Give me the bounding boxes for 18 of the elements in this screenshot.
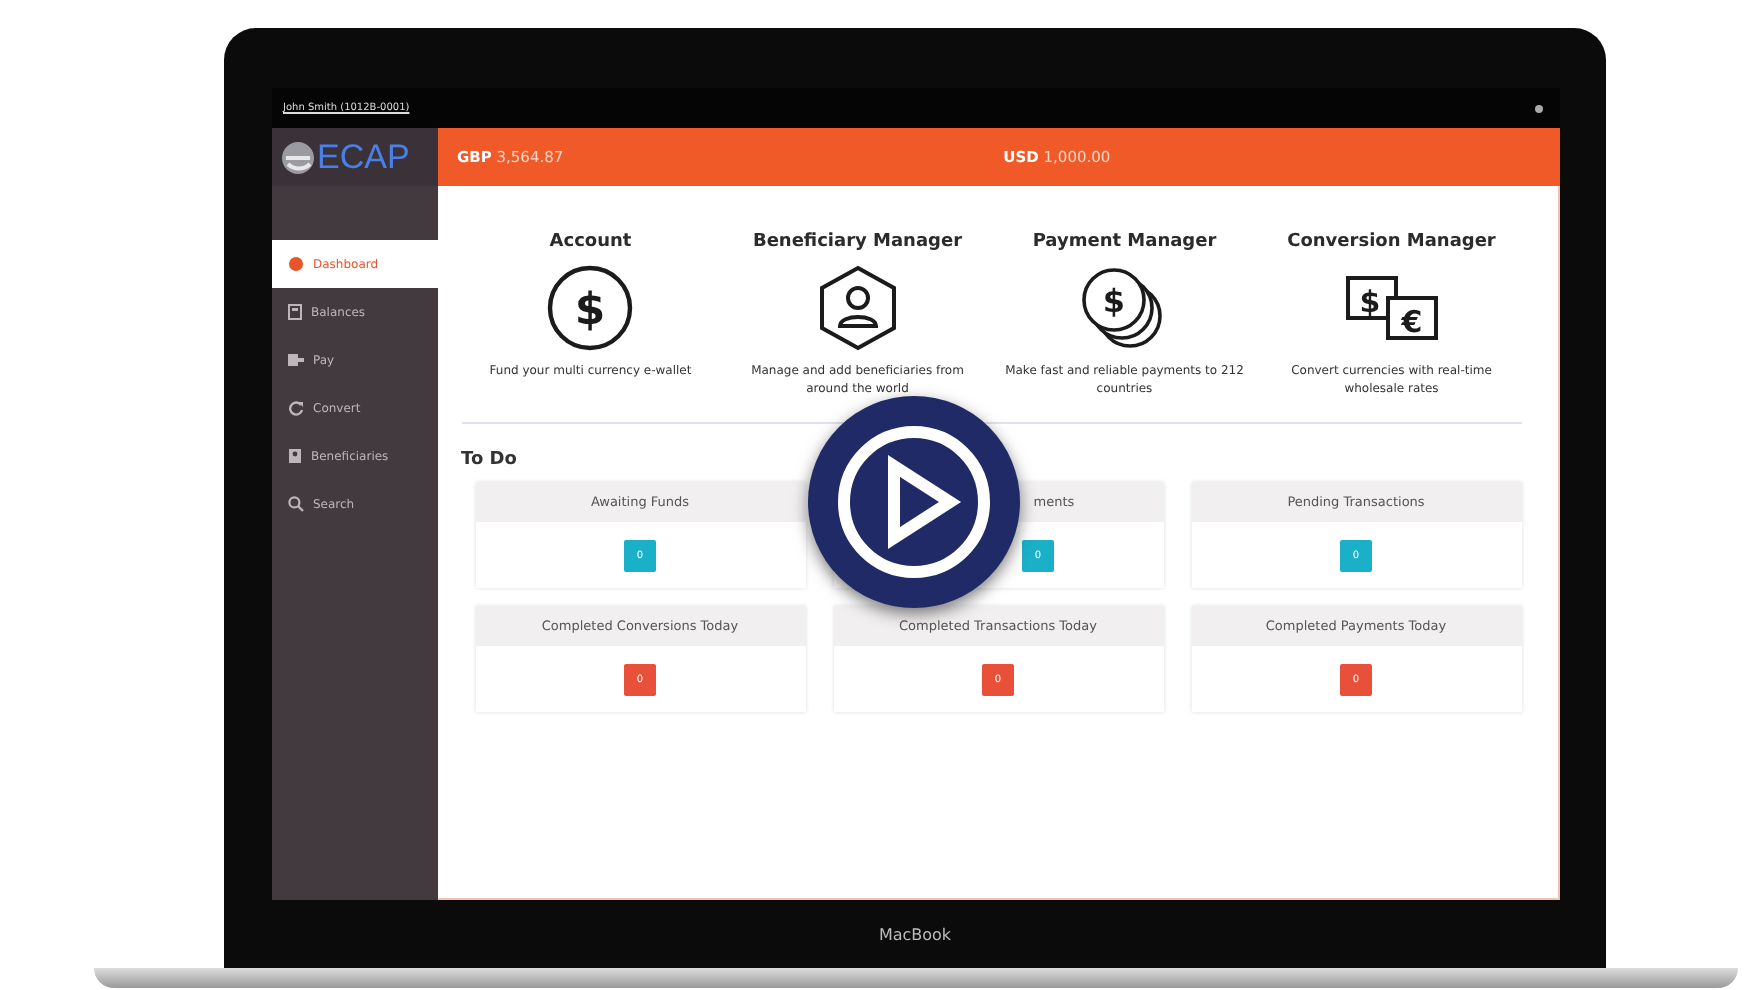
settings-icon[interactable] [1533, 103, 1543, 113]
wallet-icon [287, 352, 303, 368]
calculator-icon [287, 304, 301, 320]
feature-title: Payment Manager [1032, 232, 1217, 252]
dollar-coin-icon: $ [546, 264, 635, 352]
user-hexagon-icon [815, 264, 900, 352]
refresh-icon [287, 400, 303, 416]
dashboard-icon [287, 256, 303, 272]
feature-title: Conversion Manager [1287, 232, 1496, 252]
search-icon [287, 496, 303, 512]
feature-title: Account [549, 232, 632, 252]
feature-title: Beneficiary Manager [752, 232, 963, 252]
logo-icon [279, 139, 315, 175]
brand-text: MacBook [878, 925, 952, 943]
address-book-icon [287, 448, 301, 464]
logo-text: ECAP [317, 137, 410, 177]
play-icon [834, 422, 994, 582]
section-title: To Do [461, 450, 519, 470]
